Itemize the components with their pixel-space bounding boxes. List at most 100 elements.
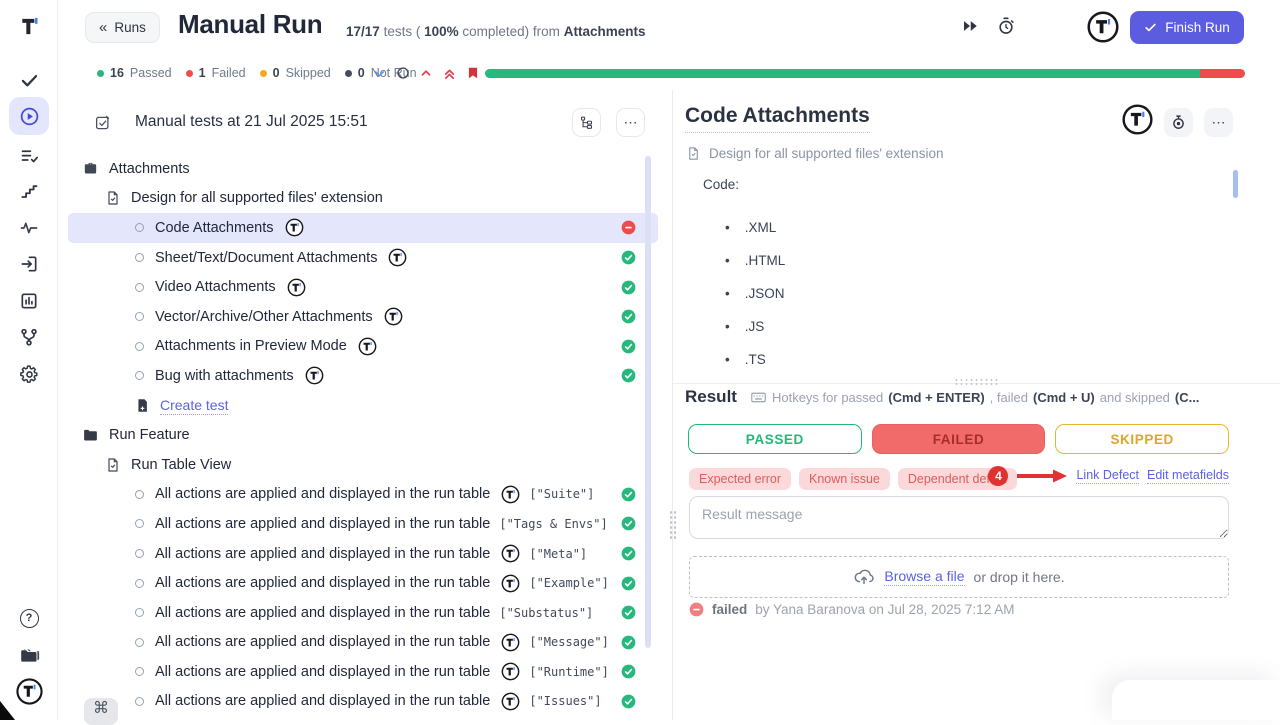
tree-item-label: Run Table View (131, 457, 231, 473)
tree-item-label: All actions are applied and displayed in… (155, 664, 490, 680)
testomat-badge-icon (287, 278, 306, 297)
tree-row-test[interactable]: All actions are applied and displayed in… (68, 687, 658, 717)
file-drop-area[interactable]: Browse a file or drop it here. (689, 556, 1229, 598)
testomat-badge-icon (501, 692, 520, 711)
chevron-down-icon[interactable] (372, 66, 387, 81)
cloud-upload-icon (853, 566, 875, 588)
tree-row-test[interactable]: All actions are applied and displayed in… (68, 480, 658, 510)
completed-percent: 100% (424, 24, 459, 39)
test-marker-circle (135, 638, 144, 647)
stopwatch-button[interactable] (1164, 108, 1193, 137)
history-text: by Yana Baranova on Jul 28, 2025 7:12 AM (755, 602, 1014, 617)
file-check-icon (105, 190, 121, 206)
result-badge[interactable]: Known issue (799, 468, 890, 490)
double-chevron-up-icon[interactable] (442, 66, 457, 81)
tree-row-test[interactable]: All actions are applied and displayed in… (68, 628, 658, 658)
tree-item-label: Run Feature (109, 427, 190, 443)
timer-icon[interactable] (996, 16, 1016, 36)
report-chart-icon[interactable] (0, 287, 58, 315)
browse-file-link[interactable]: Browse a file (884, 568, 964, 586)
test-marker-circle (135, 223, 144, 232)
tree-item-label: All actions are applied and displayed in… (155, 575, 490, 591)
tree-row-test[interactable]: All actions are applied and displayed in… (68, 539, 658, 569)
circle-icon[interactable] (396, 66, 410, 80)
result-badge[interactable]: Expected error (689, 468, 791, 490)
tree-row-link[interactable]: Create test (68, 391, 658, 421)
bookmark-icon[interactable] (466, 65, 480, 81)
test-tag: ["Tags & Envs"] (499, 517, 607, 531)
failed-button[interactable]: FAILED (872, 424, 1046, 454)
passed-button[interactable]: PASSED (688, 424, 862, 454)
testomat-badge-icon (501, 485, 520, 504)
tree-row-test[interactable]: All actions are applied and displayed in… (68, 598, 658, 628)
back-to-runs-button[interactable]: « Runs (85, 12, 160, 43)
tree-row-test[interactable]: Vector/Archive/Other Attachments (68, 302, 658, 332)
test-title[interactable]: Code Attachments (685, 104, 870, 133)
chevron-up-icon[interactable] (419, 66, 433, 80)
testomat-logo-icon[interactable] (0, 12, 58, 40)
tree-row-test[interactable]: All actions are applied and displayed in… (68, 568, 658, 598)
test-subtitle-row: Design for all supported files' extensio… (686, 146, 943, 161)
panel-resize-handle[interactable] (669, 510, 677, 540)
detail-more-button[interactable]: ⋯ (1204, 108, 1233, 137)
tests-check-icon[interactable] (0, 66, 58, 94)
import-icon[interactable] (0, 250, 58, 278)
tree-item-label: Code Attachments (155, 220, 274, 236)
tree-row-doc[interactable]: Run Table View (68, 450, 658, 480)
status-failed-icon (621, 220, 636, 235)
tree-item-label: All actions are applied and displayed in… (155, 486, 490, 502)
steps-icon[interactable] (0, 178, 58, 206)
test-tag: ["Runtime"] (529, 665, 608, 679)
finish-run-button[interactable]: Finish Run (1130, 11, 1244, 44)
tree-more-button[interactable]: ⋯ (616, 108, 645, 137)
corner-popup (1112, 680, 1280, 720)
tree-row-test[interactable]: Bug with attachments (68, 361, 658, 391)
branch-icon[interactable] (0, 323, 58, 351)
tree-item-label: All actions are applied and displayed in… (155, 546, 490, 562)
test-logo-avatar[interactable] (1122, 104, 1153, 140)
code-extension-item: .TS (725, 343, 785, 376)
testomat-badge-icon (501, 633, 520, 652)
tree-item-label: All actions are applied and displayed in… (155, 605, 490, 621)
tree-row-folder[interactable]: Run Feature (68, 420, 658, 450)
settings-gear-icon[interactable] (0, 360, 58, 388)
tree-row-test[interactable]: Video Attachments (68, 272, 658, 302)
testomat-logo-avatar[interactable] (0, 677, 58, 705)
tree-row-test[interactable]: Code Attachments (68, 213, 658, 243)
tree-scrollbar[interactable] (645, 156, 651, 648)
runs-play-icon-active[interactable] (9, 97, 49, 135)
tree-row-suite[interactable]: Attachments (68, 154, 658, 184)
run-progress-bar (485, 69, 1245, 78)
projects-folder-icon[interactable] (0, 641, 58, 669)
file-check-icon (686, 146, 701, 161)
link-defect-link[interactable]: Link Defect (1076, 468, 1139, 484)
not-run-dot (345, 70, 352, 77)
skipped-dot (260, 70, 267, 77)
edit-metafields-link[interactable]: Edit metafields (1147, 468, 1229, 484)
tree-row-test[interactable]: All actions are applied and displayed in… (68, 657, 658, 687)
test-marker-circle (135, 579, 144, 588)
run-stats: 17/17 tests ( 100% completed) from Attac… (346, 24, 645, 39)
tree-item-label: Attachments in Preview Mode (155, 338, 347, 354)
folder-icon (82, 427, 99, 444)
list-check-icon[interactable] (0, 142, 58, 170)
status-passed-icon (621, 339, 636, 354)
tree-row-test[interactable]: Attachments in Preview Mode (68, 332, 658, 362)
skipped-button[interactable]: SKIPPED (1055, 424, 1229, 454)
fast-forward-icon[interactable] (961, 17, 979, 35)
user-avatar[interactable] (1087, 11, 1119, 48)
tree-row-test[interactable]: Sheet/Text/Document Attachments (68, 243, 658, 273)
tree-view-button[interactable] (572, 108, 601, 137)
section-resize-handle[interactable] (954, 378, 1000, 386)
tree-row-test[interactable]: All actions are applied and displayed in… (68, 509, 658, 539)
testomat-badge-icon (305, 366, 324, 385)
topbar: « Runs Manual Run 17/17 tests ( 100% com… (58, 0, 1280, 56)
failed-dot (186, 70, 193, 77)
activity-icon[interactable] (0, 214, 58, 242)
result-message-input[interactable] (689, 496, 1229, 539)
description-scrollbar[interactable] (1233, 170, 1238, 198)
cmd-key-button[interactable]: ⌘ (84, 698, 118, 725)
help-icon[interactable]: ? (0, 604, 58, 632)
tree-row-doc[interactable]: Design for all supported files' extensio… (68, 184, 658, 214)
left-rail: ? (0, 0, 58, 720)
